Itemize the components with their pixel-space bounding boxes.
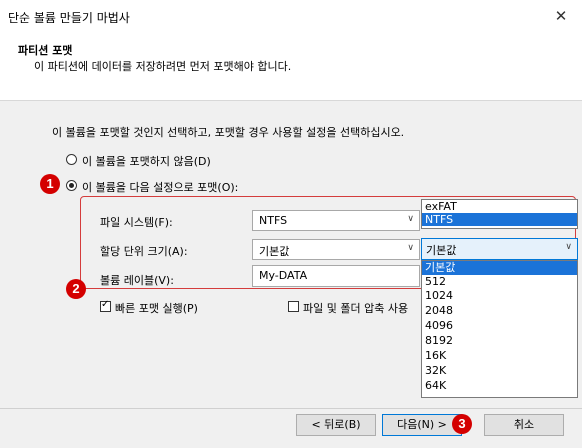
next-button[interactable]: 다음(N) > <box>382 414 462 436</box>
compress-label[interactable]: 파일 및 폴더 압축 사용 <box>303 300 422 316</box>
fs-option-exfat[interactable]: exFAT <box>422 200 577 213</box>
fs-dropdown-list[interactable]: exFAT NTFS <box>421 199 578 229</box>
no-format-radio[interactable] <box>66 154 77 165</box>
volume-label-text: 볼륨 레이블(V): <box>100 274 174 287</box>
alloc-option[interactable]: 2048 <box>422 303 577 318</box>
volume-label-input[interactable]: My-DATA <box>252 265 420 287</box>
fs-label: 파일 시스템(F): <box>100 216 173 229</box>
header-subtitle: 이 파티션에 데이터를 저장하려면 먼저 포맷해야 합니다. <box>34 60 292 73</box>
alloc-option[interactable]: 64K <box>422 378 577 393</box>
compress-checkbox[interactable] <box>288 301 299 312</box>
alloc-option[interactable]: 8192 <box>422 333 577 348</box>
volume-label-value: My-DATA <box>259 269 308 282</box>
alloc-option[interactable]: 4096 <box>422 318 577 333</box>
wizard-header: 파티션 포맷 이 파티션에 데이터를 저장하려면 먼저 포맷해야 합니다. <box>0 32 582 101</box>
window-title: 단순 볼륨 만들기 마법사 <box>8 11 130 25</box>
alloc-option[interactable]: 512 <box>422 275 577 288</box>
no-format-label[interactable]: 이 볼륨을 포맷하지 않음(D) <box>82 153 211 169</box>
alloc-option[interactable]: 32K <box>422 363 577 378</box>
back-button[interactable]: < 뒤로(B) <box>296 414 376 436</box>
cancel-button[interactable]: 취소 <box>484 414 564 436</box>
alloc-dropdown-list[interactable]: 기본값 512 1024 2048 4096 8192 16K 32K 64K <box>421 260 578 398</box>
quick-format-label[interactable]: 빠른 포맷 실행(P) <box>115 300 198 316</box>
chevron-down-icon: ∨ <box>407 214 414 224</box>
quick-format-checkbox[interactable] <box>100 299 111 312</box>
footer-separator <box>0 408 582 409</box>
step-badge-1: 1 <box>40 174 60 194</box>
alloc-option[interactable]: 16K <box>422 348 577 363</box>
instruction-text: 이 볼륨을 포맷할 것인지 선택하고, 포맷할 경우 사용할 설정을 선택하십시… <box>52 126 405 139</box>
title-bar: 단순 볼륨 만들기 마법사 ✕ <box>0 0 582 32</box>
alloc-dropdown-current[interactable]: 기본값 ∨ <box>421 238 578 260</box>
alloc-option[interactable]: 기본값 <box>422 261 577 275</box>
close-icon[interactable]: ✕ <box>544 4 578 28</box>
step-badge-2: 2 <box>66 279 86 299</box>
chevron-down-icon: ∨ <box>565 242 572 252</box>
alloc-option[interactable]: 1024 <box>422 288 577 303</box>
fs-combo[interactable]: NTFS ∨ <box>252 210 420 231</box>
step-badge-3: 3 <box>452 414 472 434</box>
chevron-down-icon: ∨ <box>407 243 414 253</box>
fs-option-ntfs[interactable]: NTFS <box>422 213 577 226</box>
fs-combo-value: NTFS <box>259 214 288 227</box>
alloc-dropdown-current-value: 기본값 <box>426 244 457 257</box>
format-label[interactable]: 이 볼륨을 다음 설정으로 포맷(O): <box>82 179 238 195</box>
alloc-label: 할당 단위 크기(A): <box>100 245 188 258</box>
alloc-combo[interactable]: 기본값 ∨ <box>252 239 420 260</box>
format-radio[interactable] <box>66 180 77 191</box>
header-title: 파티션 포맷 <box>18 44 73 57</box>
alloc-combo-value: 기본값 <box>259 245 290 258</box>
